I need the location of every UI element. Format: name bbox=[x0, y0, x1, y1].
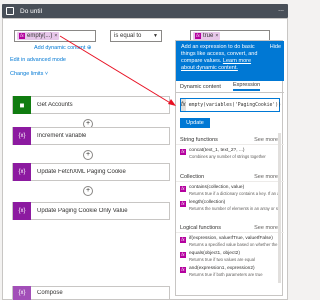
more-options-icon[interactable]: ... bbox=[278, 6, 284, 13]
function-desc: Returns true if both parameters are true bbox=[189, 271, 263, 277]
function-item[interactable]: fx contains(collection, value) Returns t… bbox=[180, 185, 280, 199]
add-dynamic-content-label: Add dynamic content bbox=[34, 45, 86, 51]
add-step-icon[interactable]: + bbox=[83, 186, 93, 196]
change-limits-link[interactable]: Change limits ˅ bbox=[10, 71, 48, 77]
section-string-functions: String functions See more bbox=[176, 135, 284, 145]
compose-icon: {x} bbox=[13, 286, 31, 300]
function-item[interactable]: fx length(collection) Returns the number… bbox=[180, 200, 280, 214]
operator-value: is equal to bbox=[114, 33, 142, 39]
function-desc: Returns true if a dictionary contains a … bbox=[189, 190, 279, 196]
expression-input[interactable]: fx empty(variables('PagingCookie')) bbox=[180, 98, 282, 112]
do-until-header[interactable]: Do until ... bbox=[2, 4, 288, 18]
edit-advanced-mode-link[interactable]: Edit in advanced mode bbox=[10, 57, 66, 63]
action-label: Get Accounts bbox=[37, 102, 73, 108]
see-more-link[interactable]: See more bbox=[254, 135, 278, 145]
variable-icon: {x} bbox=[13, 163, 31, 181]
remove-token-icon[interactable]: × bbox=[215, 33, 218, 39]
dynamic-content-panel: Add an expression to do basic things lik… bbox=[175, 40, 284, 296]
expression-token-label: empty(...) bbox=[27, 33, 53, 39]
section-title: String functions bbox=[180, 137, 218, 143]
function-item[interactable]: fx if(expression, valueIfTrue, valueIfFa… bbox=[180, 236, 280, 250]
add-step-icon[interactable]: + bbox=[83, 150, 93, 160]
fx-icon: fx bbox=[195, 33, 201, 39]
fx-icon: fx bbox=[19, 33, 25, 39]
action-update-fetchxml[interactable]: {x} Update FetchXML Paging Cookie bbox=[12, 163, 170, 181]
add-dynamic-content-link[interactable]: Add dynamic content ⊕ bbox=[34, 45, 92, 51]
panel-info: Add an expression to do basic things lik… bbox=[176, 41, 284, 81]
function-item[interactable]: fx and(expression1, expression2) Returns… bbox=[180, 266, 280, 280]
variable-icon: {x} bbox=[13, 127, 31, 145]
function-item[interactable]: fx concat(text_1, text_2?, ...) Combines… bbox=[180, 148, 280, 162]
panel-tabs: Dynamic content Expression bbox=[176, 81, 284, 93]
action-label: Compose bbox=[37, 290, 63, 296]
action-compose[interactable]: {x} Compose bbox=[12, 286, 170, 300]
section-title: Logical functions bbox=[180, 225, 221, 231]
panel-scrollbar[interactable] bbox=[278, 133, 281, 283]
value-token[interactable]: fx true × bbox=[193, 32, 221, 40]
change-limits-label: Change limits bbox=[10, 71, 44, 77]
function-item[interactable]: fx equals(object1, object2) Returns true… bbox=[180, 251, 280, 265]
operator-select[interactable]: is equal to ▼ bbox=[110, 30, 162, 42]
see-more-link[interactable]: See more bbox=[254, 172, 278, 182]
function-name: if(expression, valueIfTrue, valueIfFalse… bbox=[189, 236, 273, 241]
dataverse-icon: ◼ bbox=[13, 96, 31, 114]
hide-button[interactable]: Hide bbox=[270, 44, 281, 51]
action-label: Update Paging Cookie Only Value bbox=[37, 208, 128, 214]
section-logical-functions: Logical functions See more bbox=[176, 223, 284, 233]
tab-dynamic-content[interactable]: Dynamic content bbox=[180, 84, 221, 90]
do-until-title: Do until bbox=[20, 7, 43, 15]
condition-left-input[interactable]: fx empty(...) × bbox=[14, 30, 96, 42]
section-collection: Collection See more bbox=[176, 172, 284, 182]
chevron-down-icon: ˅ bbox=[44, 71, 49, 77]
expression-text: empty(variables('PagingCookie')) bbox=[188, 102, 282, 108]
function-desc: Returns the number of elements in an arr… bbox=[189, 205, 279, 211]
remove-token-icon[interactable]: × bbox=[54, 33, 57, 39]
action-label: Update FetchXML Paging Cookie bbox=[37, 169, 126, 175]
action-update-paging-cookie[interactable]: {x} Update Paging Cookie Only Value bbox=[12, 202, 170, 220]
value-token-label: true bbox=[203, 33, 214, 39]
action-label: Increment variable bbox=[37, 133, 87, 139]
section-title: Collection bbox=[180, 174, 205, 180]
action-get-accounts[interactable]: ◼ Get Accounts bbox=[12, 96, 170, 114]
see-more-link[interactable]: See more bbox=[254, 223, 278, 233]
chevron-down-icon: ▼ bbox=[153, 33, 158, 39]
function-desc: Combines any number of strings together bbox=[189, 153, 266, 159]
function-desc: Returns a specified value based on wheth… bbox=[189, 241, 279, 247]
expression-token[interactable]: fx empty(...) × bbox=[17, 32, 60, 40]
tab-expression[interactable]: Expression bbox=[232, 82, 261, 91]
function-desc: Returns true if two values are equal bbox=[189, 256, 255, 262]
loop-icon bbox=[6, 7, 14, 15]
add-icon: ⊕ bbox=[86, 45, 92, 51]
update-button[interactable]: Update bbox=[180, 118, 210, 128]
action-increment-variable[interactable]: {x} Increment variable bbox=[12, 127, 170, 145]
variable-icon: {x} bbox=[13, 202, 31, 220]
